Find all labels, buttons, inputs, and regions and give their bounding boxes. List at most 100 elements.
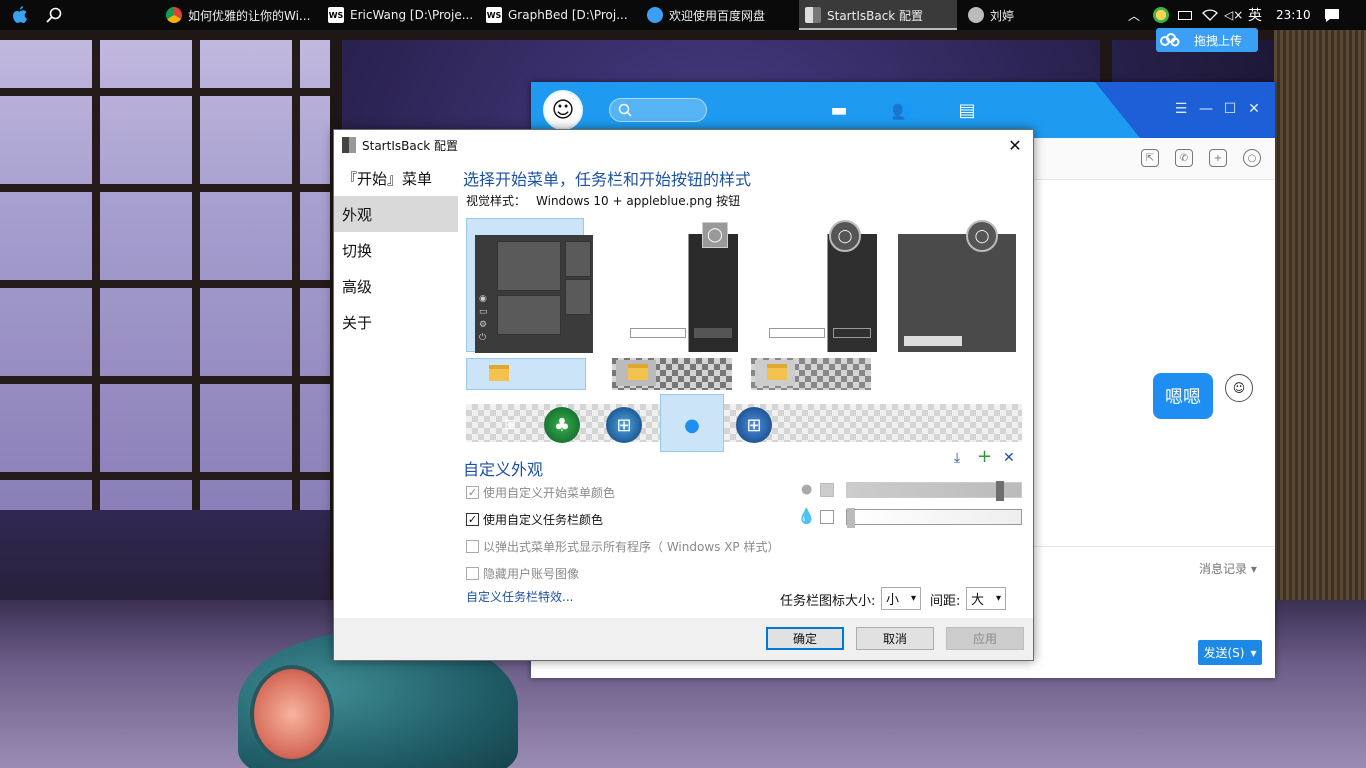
taskbar-style-dark[interactable]: [612, 358, 732, 390]
history-label: 消息记录: [1199, 562, 1248, 576]
taskbar-style-transparent[interactable]: [466, 358, 586, 390]
checkbox-xp-style-menu[interactable]: 以弹出式菜单形式显示所有程序（ Windows XP 样式）: [466, 538, 779, 555]
start-button[interactable]: [10, 6, 30, 24]
checkbox[interactable]: ✓: [466, 486, 479, 499]
files-icon[interactable]: ▤: [953, 98, 981, 122]
avatar[interactable]: ☺: [1225, 374, 1253, 402]
style-preview: [759, 234, 877, 352]
user-icon: ◯: [966, 220, 998, 252]
sidebar-item-start-menu[interactable]: 『开始』菜单: [334, 160, 458, 196]
spacing-select[interactable]: 大 ▾: [966, 587, 1006, 610]
message-bubble[interactable]: 嗯嗯: [1153, 373, 1213, 419]
task-label: 刘婷: [990, 8, 1015, 23]
menu-icon[interactable]: ☰: [1172, 100, 1190, 118]
windows-logo-icon[interactable]: ⊞: [492, 407, 528, 443]
minimize-icon[interactable]: —: [1197, 100, 1215, 118]
import-icon[interactable]: ⤓: [954, 450, 960, 466]
checkbox-custom-taskbar-color[interactable]: ✓ 使用自定义任务栏颜色: [466, 511, 603, 528]
visual-style-label: 视觉样式：: [466, 194, 527, 208]
windows-orb-icon[interactable]: ⊞: [736, 407, 772, 443]
phone-icon[interactable]: ✆: [1175, 149, 1193, 167]
close-icon[interactable]: ✕: [1245, 100, 1263, 118]
search-button[interactable]: [44, 6, 64, 24]
sidebar-item-appearance[interactable]: 外观: [334, 196, 458, 232]
search-input[interactable]: [609, 98, 707, 122]
checkbox[interactable]: [466, 540, 479, 553]
sidebar-item-label: 高级: [342, 277, 373, 296]
screenshot-icon[interactable]: ⇱: [1141, 149, 1159, 167]
style-thumb-windows10[interactable]: ◉ ▭ ⚙ ⏻: [466, 218, 593, 353]
tile: [497, 295, 561, 335]
user-icon: ◯: [829, 220, 861, 252]
avatar[interactable]: ☺: [543, 90, 583, 130]
apple-orb-icon[interactable]: ●: [674, 407, 710, 443]
style-thumb-windows7[interactable]: ◯: [612, 218, 738, 352]
style-preview: ◉ ▭ ⚙ ⏻: [475, 235, 593, 353]
close-icon[interactable]: ✕: [1003, 450, 1015, 466]
windows7-orb-icon[interactable]: ⊞: [606, 407, 642, 443]
icon-size-select[interactable]: 小 ▾: [881, 587, 921, 610]
checkbox[interactable]: ✓: [466, 513, 479, 526]
maximize-icon[interactable]: ☐: [1221, 100, 1239, 118]
close-icon: ✕: [1008, 135, 1022, 155]
send-button[interactable]: 发送(S) ▾: [1198, 640, 1262, 665]
clover-orb-icon[interactable]: ♣: [544, 407, 580, 443]
sidebar-item-switching[interactable]: 切换: [334, 232, 458, 268]
task-label: EricWang [D:\Proje...: [350, 8, 474, 22]
cancel-button[interactable]: 取消: [856, 627, 934, 650]
chevron-down-icon[interactable]: ▾: [1250, 646, 1256, 660]
taskbar-task-baidu[interactable]: 欢迎使用百度网盘: [641, 0, 795, 30]
task-label: GraphBed [D:\Proj...: [508, 8, 628, 22]
folder-icon: [767, 364, 787, 380]
style-thumb-windows7-plain[interactable]: ◯: [751, 218, 877, 352]
checkbox-custom-start-menu-color[interactable]: ✓ 使用自定义开始菜单颜色: [466, 484, 615, 501]
sidebar-item-label: 外观: [342, 205, 373, 224]
drag-upload-widget[interactable]: 拖拽上传: [1156, 28, 1258, 52]
lantern-glow: [250, 665, 334, 763]
taskbar-task-qq[interactable]: 刘婷: [962, 0, 1114, 30]
close-button[interactable]: ✕: [1003, 134, 1027, 156]
ime-indicator[interactable]: 英: [1248, 0, 1262, 30]
style-thumb-windows8[interactable]: ◯: [890, 218, 1016, 352]
qq-icon: [968, 7, 984, 23]
sidebar-item-advanced[interactable]: 高级: [334, 268, 458, 304]
checkbox-hide-user-picture[interactable]: 隐藏用户账号图像: [466, 565, 579, 582]
taskbar-color-swatch[interactable]: [820, 510, 834, 524]
start-button-styles: ⊞ ♣ ⊞ ● ⊞: [466, 394, 1022, 452]
active-indicator: [799, 28, 957, 30]
settings-icon[interactable]: ○: [1243, 149, 1261, 167]
wifi-icon[interactable]: [1202, 0, 1218, 30]
battery-icon[interactable]: [1178, 0, 1192, 30]
apply-button[interactable]: 应用: [946, 627, 1024, 650]
add-icon[interactable]: +: [977, 446, 992, 467]
sidebar-item-label: 切换: [342, 241, 373, 260]
tray-app-icon[interactable]: [1153, 0, 1169, 30]
slider-knob[interactable]: [996, 481, 1004, 501]
clock[interactable]: 23:10: [1276, 0, 1311, 30]
start-menu-opacity-slider[interactable]: [846, 481, 1022, 501]
volume-muted-icon[interactable]: ◁×: [1224, 0, 1243, 30]
taskbar-task-chrome[interactable]: 如何优雅的让你的Wi...: [160, 0, 318, 30]
appearance-panel: 选择开始菜单，任务栏和开始按钮的样式 视觉样式： Windows 10 + app…: [463, 160, 1023, 618]
dialog-titlebar[interactable]: StartIsBack 配置: [334, 130, 1033, 160]
taskbar-task-startisback[interactable]: StartIsBack 配置: [799, 0, 957, 30]
start-menu-color-swatch[interactable]: [820, 483, 834, 497]
message-history-link[interactable]: 消息记录 ▾: [1199, 560, 1257, 577]
slider-knob[interactable]: [847, 508, 855, 528]
action-center-button[interactable]: [1324, 0, 1340, 30]
chat-icon[interactable]: ▬: [825, 98, 853, 122]
taskbar-opacity-slider[interactable]: [846, 508, 1022, 528]
taskbar-style-gray[interactable]: [751, 358, 871, 390]
ok-button[interactable]: 确定: [766, 627, 844, 650]
tray-overflow-button[interactable]: ︿: [1128, 0, 1148, 30]
contacts-icon[interactable]: 👥: [889, 98, 917, 122]
battery-glyph: [1178, 10, 1192, 20]
taskbar-task-webstorm-ericwang[interactable]: WS EricWang [D:\Proje...: [322, 0, 477, 30]
taskbar-task-webstorm-graphbed[interactable]: WS GraphBed [D:\Proj...: [480, 0, 638, 30]
shutdown-button: [694, 328, 732, 338]
dialog-title: StartIsBack 配置: [362, 138, 459, 153]
checkbox[interactable]: [466, 567, 479, 580]
sidebar-item-about[interactable]: 关于: [334, 304, 458, 340]
taskbar-effects-link[interactable]: 自定义任务栏特效...: [466, 588, 573, 605]
add-icon[interactable]: +: [1209, 149, 1227, 167]
